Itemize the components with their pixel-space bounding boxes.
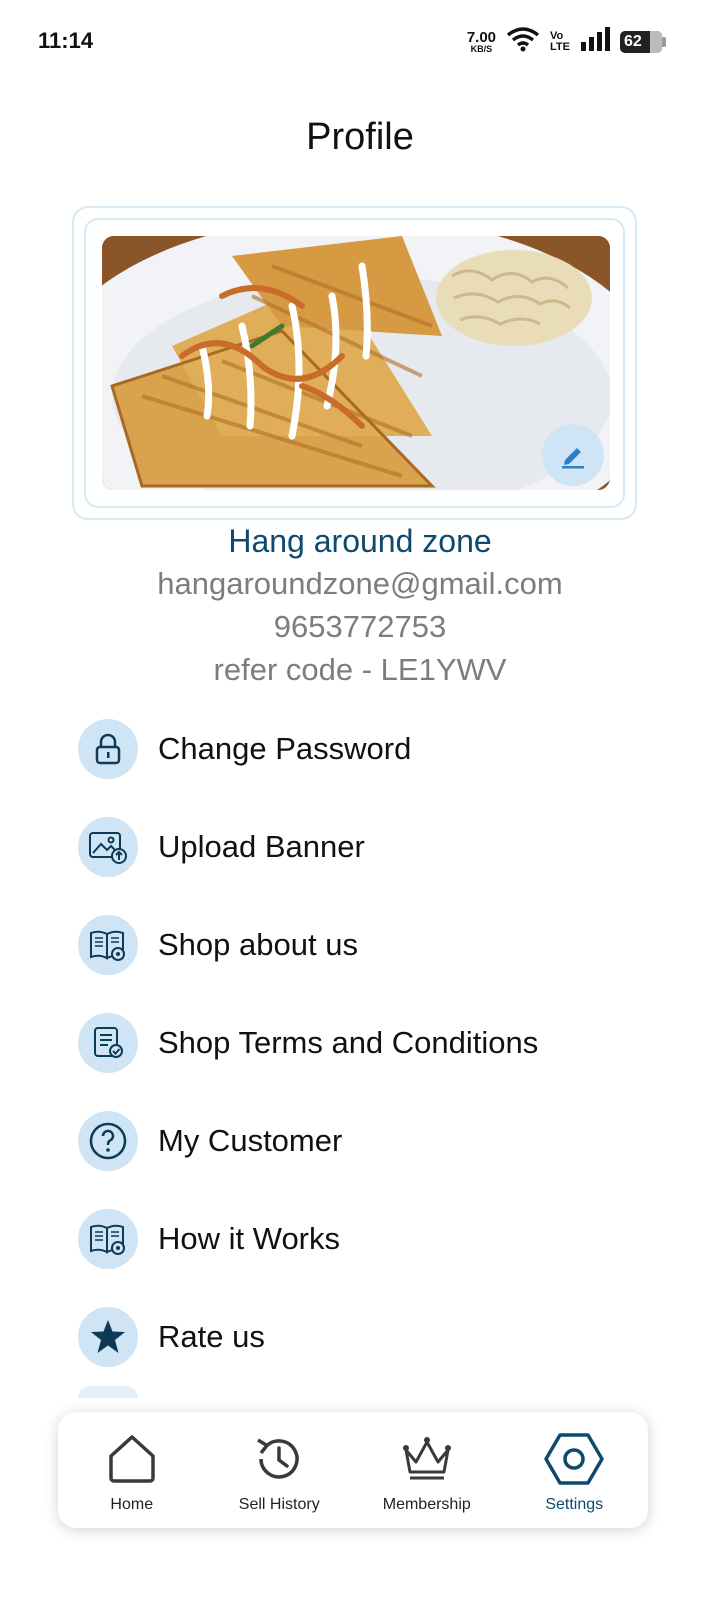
network-speed-unit: KB/S (470, 43, 493, 54)
menu-item-partial (78, 1386, 138, 1398)
edit-banner-button[interactable] (542, 424, 604, 486)
menu-item-shop-terms[interactable]: Shop Terms and Conditions (78, 994, 678, 1092)
image-upload-icon (78, 817, 138, 877)
refer-code: refer code - LE1YWV (213, 652, 507, 687)
menu-item-label: My Customer (158, 1123, 343, 1158)
banner-frame (72, 206, 637, 520)
nav-sell-history[interactable]: Sell History (206, 1412, 354, 1528)
settings-menu: Change Password Upload Banner Shop about (78, 700, 678, 1386)
nav-settings[interactable]: Settings (501, 1412, 649, 1528)
menu-item-how-it-works[interactable]: How it Works (78, 1190, 678, 1288)
menu-item-change-password[interactable]: Change Password (78, 700, 678, 798)
menu-item-label: Shop Terms and Conditions (158, 1025, 539, 1060)
shop-name: Hang around zone (228, 523, 492, 559)
crown-icon (402, 1437, 451, 1480)
signal-icon (580, 27, 610, 56)
volte-bottom: LTE (550, 40, 570, 53)
nav-membership[interactable]: Membership (353, 1412, 501, 1528)
nav-label: Home (110, 1496, 154, 1513)
banner-inner-frame (84, 218, 625, 508)
lock-icon (78, 719, 138, 779)
profile-info: Hang around zone hangaroundzone@gmail.co… (0, 520, 720, 691)
star-icon (78, 1307, 138, 1367)
book-gear-icon (78, 1209, 138, 1269)
status-icons: 7.00 KB/S Vo LTE 62 (467, 26, 666, 57)
pencil-icon (562, 448, 584, 469)
status-time: 11:14 (38, 28, 94, 53)
menu-item-rate-us[interactable]: Rate us (78, 1288, 678, 1386)
home-icon (109, 1435, 155, 1483)
battery-icon: 62 (620, 30, 666, 53)
menu-item-label: Rate us (158, 1319, 265, 1354)
food-banner-image (102, 236, 610, 490)
volte-indicator: Vo LTE (550, 29, 570, 53)
shop-phone: 9653772753 (273, 609, 447, 644)
network-speed: 7.00 KB/S (467, 30, 496, 54)
nav-label: Membership (382, 1496, 471, 1513)
menu-item-my-customer[interactable]: My Customer (78, 1092, 678, 1190)
menu-item-label: How it Works (158, 1221, 341, 1256)
nav-label: Sell History (238, 1496, 320, 1513)
history-icon (257, 1438, 299, 1479)
page-title: Profile (306, 116, 414, 158)
wifi-icon (506, 26, 540, 57)
network-speed-value: 7.00 (466, 28, 497, 46)
book-gear-icon (78, 915, 138, 975)
volte-top: Vo (550, 29, 564, 42)
shop-email: hangaroundzone@gmail.com (157, 566, 563, 601)
question-circle-icon (78, 1111, 138, 1171)
bottom-navigation: Home Sell History Membership Settings (58, 1412, 648, 1528)
nav-label: Settings (545, 1496, 604, 1513)
banner-image (102, 236, 610, 490)
menu-item-label: Upload Banner (158, 829, 365, 864)
menu-item-upload-banner[interactable]: Upload Banner (78, 798, 678, 896)
menu-item-label: Shop about us (158, 927, 358, 962)
menu-item-shop-about-us[interactable]: Shop about us (78, 896, 678, 994)
document-check-icon (78, 1013, 138, 1073)
battery-level: 62 (624, 32, 642, 50)
settings-icon (544, 1433, 604, 1485)
menu-item-label: Change Password (158, 731, 412, 766)
nav-home[interactable]: Home (58, 1412, 206, 1528)
status-bar: 11:14 7.00 KB/S Vo LTE 62 (0, 0, 720, 84)
